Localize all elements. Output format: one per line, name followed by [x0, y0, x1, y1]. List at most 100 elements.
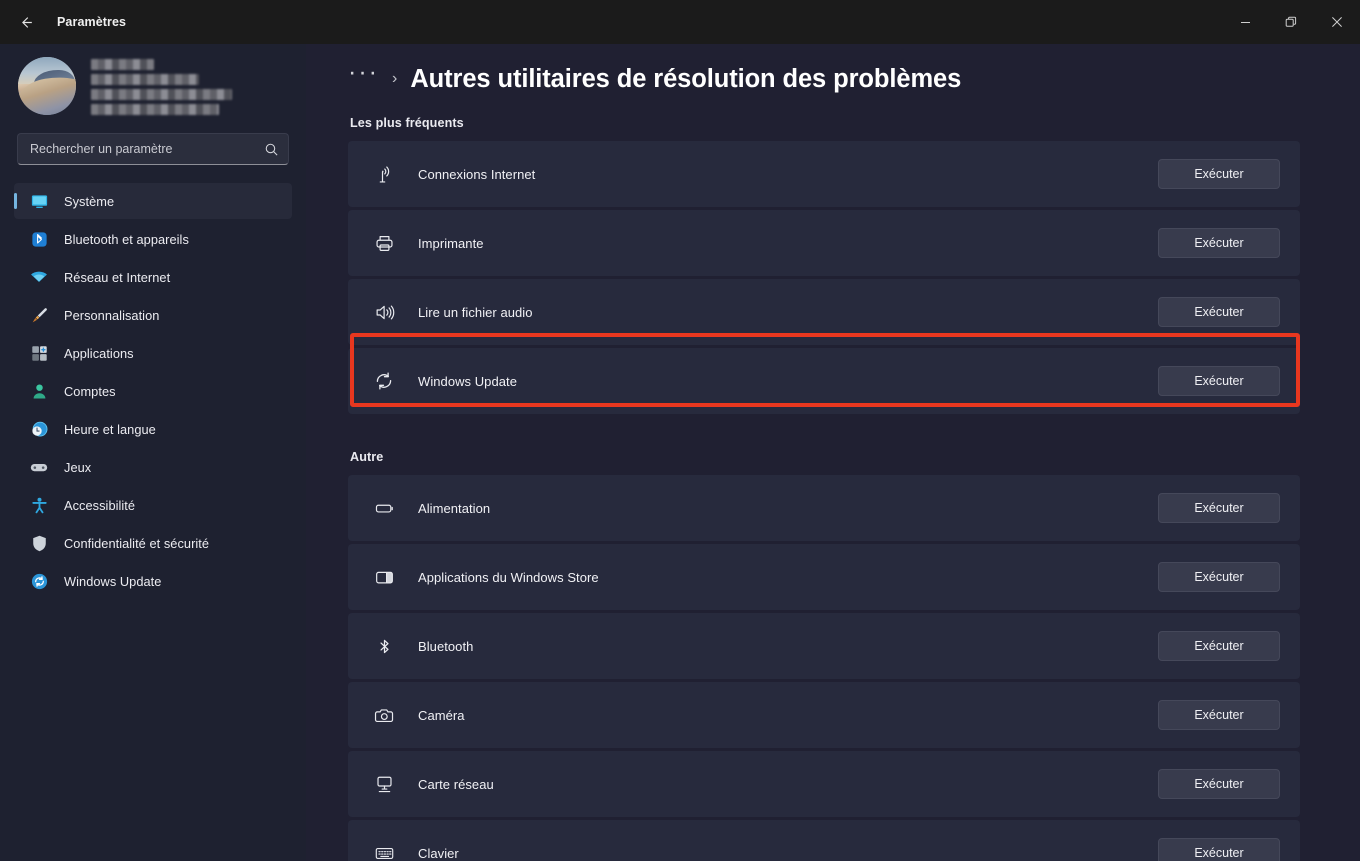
window-title: Paramètres: [57, 15, 127, 29]
bluetooth-icon: [372, 636, 396, 657]
table-row[interactable]: Caméra Exécuter: [348, 682, 1300, 748]
page-title: Autres utilitaires de résolution des pro…: [410, 64, 962, 93]
run-button[interactable]: Exécuter: [1158, 700, 1280, 730]
sidebar-item-label: Réseau et Internet: [64, 269, 171, 285]
sidebar-item-label: Windows Update: [64, 573, 162, 589]
table-row[interactable]: Lire un fichier audio Exécuter: [348, 279, 1300, 345]
account-name-redacted: [91, 57, 232, 115]
run-button[interactable]: Exécuter: [1158, 631, 1280, 661]
sidebar: Système Bluetooth et appareils: [0, 44, 306, 861]
search-box[interactable]: [17, 133, 289, 165]
row-label: Applications du Windows Store: [418, 569, 599, 585]
row-label: Alimentation: [418, 500, 491, 516]
apps-grid-icon: [28, 343, 50, 363]
sidebar-item-applications[interactable]: Applications: [14, 335, 292, 371]
shield-icon: [28, 533, 50, 553]
sidebar-item-label: Accessibilité: [64, 497, 136, 513]
network-signal-icon: [372, 164, 396, 185]
sync-circle-icon: [28, 571, 50, 591]
paintbrush-icon: [28, 305, 50, 325]
breadcrumb-separator-icon: ›: [391, 70, 398, 87]
minimize-button[interactable]: [1222, 0, 1268, 44]
row-label: Clavier: [418, 845, 459, 861]
sidebar-item-label: Heure et langue: [64, 421, 156, 437]
sidebar-item-systeme[interactable]: Système: [14, 183, 292, 219]
run-button[interactable]: Exécuter: [1158, 366, 1280, 396]
table-row[interactable]: Connexions Internet Exécuter: [348, 141, 1300, 207]
search-input[interactable]: [30, 142, 264, 156]
sidebar-item-label: Applications: [64, 345, 134, 361]
settings-window: Paramètres Rechercher un paramètre Systè…: [0, 0, 1360, 861]
wifi-icon: [28, 267, 50, 287]
keyboard-icon: [372, 843, 396, 861]
sidebar-item-confidentialite-et-securite[interactable]: Confidentialité et sécurité: [14, 525, 292, 561]
row-label: Imprimante: [418, 235, 484, 251]
sidebar-item-label: Confidentialité et sécurité: [64, 535, 210, 551]
network-adapter-icon: [372, 774, 396, 795]
sidebar-item-label: Bluetooth et appareils: [64, 231, 189, 247]
window-body: Système Bluetooth et appareils: [0, 44, 1360, 861]
table-row[interactable]: Alimentation Exécuter: [348, 475, 1300, 541]
sidebar-item-bluetooth-et-appareils[interactable]: Bluetooth et appareils: [14, 221, 292, 257]
run-button[interactable]: Exécuter: [1158, 159, 1280, 189]
store-panel-icon: [372, 567, 396, 588]
search-container: [17, 133, 289, 165]
row-label: Bluetooth: [418, 638, 474, 654]
run-button[interactable]: Exécuter: [1158, 297, 1280, 327]
bluetooth-icon: [28, 229, 50, 249]
clock-globe-icon: [28, 419, 50, 439]
row-label: Windows Update: [418, 373, 517, 389]
sidebar-item-jeux[interactable]: Jeux: [14, 449, 292, 485]
troubleshooter-list-autre: Alimentation Exécuter Applications du Wi…: [348, 475, 1300, 861]
camera-icon: [372, 705, 396, 726]
accessibility-person-icon: [28, 495, 50, 515]
title-bar: Paramètres: [0, 0, 1360, 44]
row-label: Caméra: [418, 707, 465, 723]
back-button[interactable]: [6, 6, 46, 38]
monitor-icon: [28, 191, 50, 211]
row-label: Connexions Internet: [418, 166, 536, 182]
sidebar-item-comptes[interactable]: Comptes: [14, 373, 292, 409]
row-label: Carte réseau: [418, 776, 494, 792]
sidebar-item-personnalisation[interactable]: Personnalisation: [14, 297, 292, 333]
table-row[interactable]: Bluetooth Exécuter: [348, 613, 1300, 679]
search-icon[interactable]: [264, 142, 279, 157]
sidebar-item-label: Comptes: [64, 383, 116, 399]
user-avatar-photo: [18, 57, 76, 115]
account-card[interactable]: [14, 44, 292, 120]
sidebar-item-label: Jeux: [64, 459, 92, 475]
run-button[interactable]: Exécuter: [1158, 228, 1280, 258]
run-button[interactable]: Exécuter: [1158, 562, 1280, 592]
sidebar-item-label: Personnalisation: [64, 307, 160, 323]
gamepad-icon: [28, 457, 50, 477]
sidebar-nav: Système Bluetooth et appareils Réseau et…: [14, 183, 292, 599]
section-heading-frequent: Les plus fréquents: [350, 116, 464, 130]
run-button[interactable]: Exécuter: [1158, 838, 1280, 861]
printer-icon: [372, 233, 396, 254]
sidebar-item-windows-update[interactable]: Windows Update: [14, 563, 292, 599]
sidebar-item-heure-et-langue[interactable]: Heure et langue: [14, 411, 292, 447]
window-controls: [1222, 0, 1360, 44]
sidebar-item-label: Système: [64, 193, 115, 209]
section-heading-autre: Autre: [350, 450, 384, 464]
sync-arrows-icon: [372, 370, 396, 392]
sidebar-item-accessibilite[interactable]: Accessibilité: [14, 487, 292, 523]
troubleshooter-list-frequent: Connexions Internet Exécuter Imprimante …: [348, 141, 1300, 414]
breadcrumb-overflow-button[interactable]: ···: [348, 59, 379, 85]
speaker-icon: [372, 302, 396, 323]
table-row[interactable]: Applications du Windows Store Exécuter: [348, 544, 1300, 610]
run-button[interactable]: Exécuter: [1158, 493, 1280, 523]
table-row-windows-update[interactable]: Windows Update Exécuter: [348, 348, 1300, 414]
row-label: Lire un fichier audio: [418, 304, 533, 320]
table-row[interactable]: Carte réseau Exécuter: [348, 751, 1300, 817]
content-pane: ··· › Autres utilitaires de résolution d…: [306, 44, 1360, 861]
breadcrumb: ··· › Autres utilitaires de résolution d…: [348, 44, 1300, 100]
sidebar-item-reseau-et-internet[interactable]: Réseau et Internet: [14, 259, 292, 295]
battery-icon: [372, 498, 396, 519]
run-button[interactable]: Exécuter: [1158, 769, 1280, 799]
table-row[interactable]: Imprimante Exécuter: [348, 210, 1300, 276]
person-icon: [28, 381, 50, 401]
restore-button[interactable]: [1268, 0, 1314, 44]
close-button[interactable]: [1314, 0, 1360, 44]
table-row[interactable]: Clavier Exécuter: [348, 820, 1300, 861]
